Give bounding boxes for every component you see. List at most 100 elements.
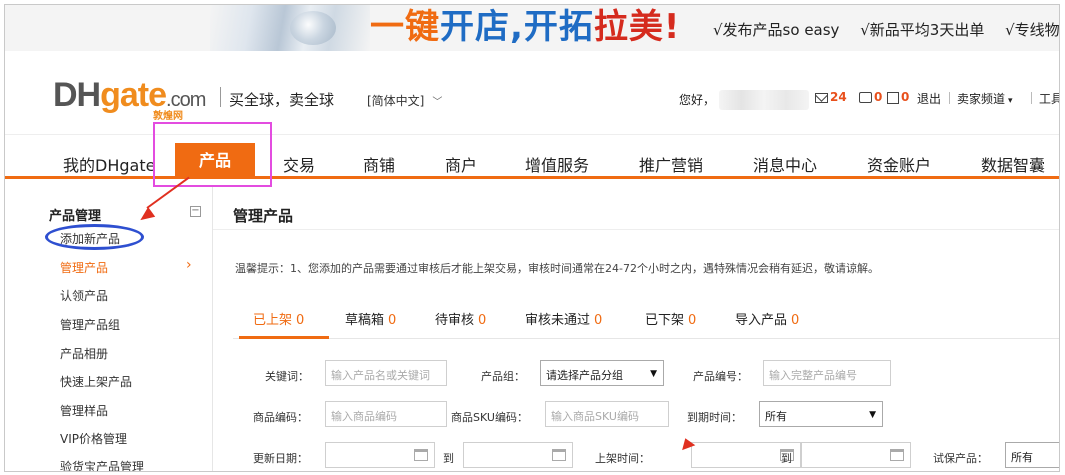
goods-code-input[interactable]: 输入商品编码	[325, 401, 447, 427]
active-tab-indicator	[239, 336, 329, 339]
tab-delisted[interactable]: 已下架 0	[645, 309, 696, 328]
language-label: [简体中文]	[367, 94, 425, 108]
goods-code-label: 商品编码：	[253, 411, 308, 424]
product-number-label: 产品编号：	[693, 370, 748, 383]
tab-count: 0	[791, 313, 800, 328]
page-title: 管理产品	[233, 207, 294, 225]
logout-link[interactable]: 退出	[917, 90, 941, 107]
language-selector[interactable]: [简体中文] ﹀	[367, 92, 442, 109]
divider	[213, 229, 1059, 230]
sidebar-item-manage-products[interactable]: 管理产品	[60, 259, 108, 276]
keyword-label: 关键词：	[265, 370, 309, 383]
slogan-part-2: 开店,	[440, 7, 524, 47]
greeting-text: 您好，	[679, 92, 716, 107]
listed-time-to[interactable]	[801, 442, 911, 468]
sidebar-item-quick-listing[interactable]: 快速上架产品	[60, 373, 132, 390]
tab-count: 0	[388, 313, 397, 328]
banner-slogan: 一键开店,开拓拉美!	[370, 7, 680, 47]
nav-item-marketing[interactable]: 推广营销	[639, 152, 703, 176]
dropdown-arrow-icon: ▼	[869, 410, 876, 420]
mail-icon	[815, 92, 828, 103]
sidebar-item-product-album[interactable]: 产品相册	[60, 345, 108, 362]
sidebar-item-samples[interactable]: 管理样品	[60, 402, 108, 419]
nav-item-data[interactable]: 数据智囊	[981, 152, 1045, 176]
calendar-icon	[552, 449, 566, 461]
nav-item-store[interactable]: 商铺	[363, 152, 395, 176]
tab-label: 待审核	[435, 313, 475, 328]
slogan-part-4: 拉美!	[593, 7, 681, 47]
tab-label: 已下架	[645, 313, 685, 328]
product-tabs: 已上架 0 草稿箱 0 待审核 0 审核未通过 0 已下架 0 导入产品 0	[233, 295, 1059, 339]
update-date-to[interactable]	[463, 442, 573, 468]
tab-pending[interactable]: 待审核 0	[435, 309, 486, 328]
sidebar-item-product-groups[interactable]: 管理产品组	[60, 316, 120, 333]
logo-dh: DH	[53, 76, 101, 114]
tools-menu[interactable]: 工具	[1039, 90, 1059, 107]
guarantee-select[interactable]: 所有	[1005, 442, 1059, 468]
keyword-input[interactable]: 输入产品名或关键词	[325, 360, 447, 386]
dhgate-logo[interactable]: DHgate.com 敦煌网	[53, 75, 213, 122]
expire-time-select[interactable]: 所有 ▼	[759, 401, 883, 427]
guarantee-value: 所有	[1011, 451, 1033, 464]
nav-item-merchant[interactable]: 商户	[445, 152, 477, 176]
highlight-ellipse-add-product	[45, 224, 144, 250]
tab-listed[interactable]: 已上架 0	[253, 309, 304, 328]
listed-time-label: 上架时间：	[595, 452, 650, 465]
product-number-input[interactable]: 输入完整产品编号	[763, 360, 891, 386]
tab-count: 0	[478, 313, 487, 328]
product-group-value: 请选择产品分组	[546, 369, 623, 382]
nav-item-value-added[interactable]: 增值服务	[525, 152, 589, 176]
seller-channel-menu[interactable]: 卖家频道 ▾	[957, 90, 1013, 107]
tab-label: 已上架	[253, 313, 293, 328]
mail-button[interactable]: 24	[815, 90, 847, 104]
highlight-box-products	[153, 122, 272, 187]
header-divider	[220, 87, 221, 107]
calendar-icon	[414, 449, 428, 461]
sidebar-title: 产品管理	[49, 209, 102, 224]
chevron-down-icon: ﹀	[432, 97, 443, 108]
separator	[1031, 92, 1032, 104]
tab-count: 0	[688, 313, 697, 328]
nav-item-funds[interactable]: 资金账户	[867, 152, 931, 176]
tab-label: 审核未通过	[525, 313, 591, 328]
notice-icon	[887, 91, 899, 104]
mail-count: 24	[830, 90, 847, 104]
guarantee-label: 试保产品：	[933, 452, 988, 465]
sidebar-item-vip-price[interactable]: VIP价格管理	[60, 430, 127, 447]
tab-count: 0	[594, 313, 603, 328]
slogan-part-3: 开拓	[523, 7, 594, 47]
notice-tip: 温馨提示：1、您添加的产品需要通过审核后才能上架交易，审核时间通常在24-72个…	[235, 262, 879, 275]
dropdown-arrow-icon: ▼	[650, 369, 657, 379]
banner-feature: √专线物	[1005, 21, 1060, 39]
chat-button[interactable]: 0	[859, 90, 882, 104]
update-date-from[interactable]	[325, 442, 435, 468]
to-label: 到	[781, 452, 792, 465]
user-greeting: 您好，	[679, 90, 810, 110]
nav-item-messages[interactable]: 消息中心	[753, 152, 817, 176]
to-label: 到	[443, 452, 454, 465]
main-content: 管理产品 温馨提示：1、您添加的产品需要通过审核后才能上架交易，审核时间通常在2…	[213, 185, 1059, 471]
update-date-label: 更新日期：	[253, 452, 308, 465]
chevron-down-icon: ▾	[1008, 96, 1013, 106]
banner-features: √发布产品so easy √新品平均3天出单 √专线物	[713, 19, 1060, 40]
sidebar-item-inspection[interactable]: 验货宝产品管理	[60, 458, 144, 471]
sku-input[interactable]: 输入商品SKU编码	[545, 401, 669, 427]
tab-drafts[interactable]: 草稿箱 0	[345, 309, 396, 328]
nav-item-trade[interactable]: 交易	[283, 152, 315, 176]
nav-item-my-dhgate[interactable]: 我的DHgate	[63, 152, 155, 176]
tab-rejected[interactable]: 审核未通过 0	[525, 309, 602, 328]
product-group-select[interactable]: 请选择产品分组 ▼	[540, 360, 664, 386]
logo-cn: 敦煌网	[153, 111, 183, 122]
globe-icon	[290, 11, 336, 45]
collapse-icon[interactable]: −	[190, 206, 201, 217]
sidebar-item-claim-products[interactable]: 认领产品	[60, 287, 108, 304]
notice-count: 0	[901, 90, 910, 104]
promo-banner[interactable]: 一键开店,开拓拉美! √发布产品so easy √新品平均3天出单 √专线物	[5, 5, 1060, 51]
expire-time-label: 到期时间：	[687, 411, 742, 424]
tab-label: 导入产品	[735, 313, 788, 328]
notice-button[interactable]: 0	[887, 90, 909, 104]
slogan-part-1: 一键	[370, 7, 440, 47]
tab-import[interactable]: 导入产品 0	[735, 309, 799, 328]
chevron-right-icon: ›	[186, 257, 192, 273]
page-frame: 一键开店,开拓拉美! √发布产品so easy √新品平均3天出单 √专线物 D…	[4, 4, 1060, 472]
